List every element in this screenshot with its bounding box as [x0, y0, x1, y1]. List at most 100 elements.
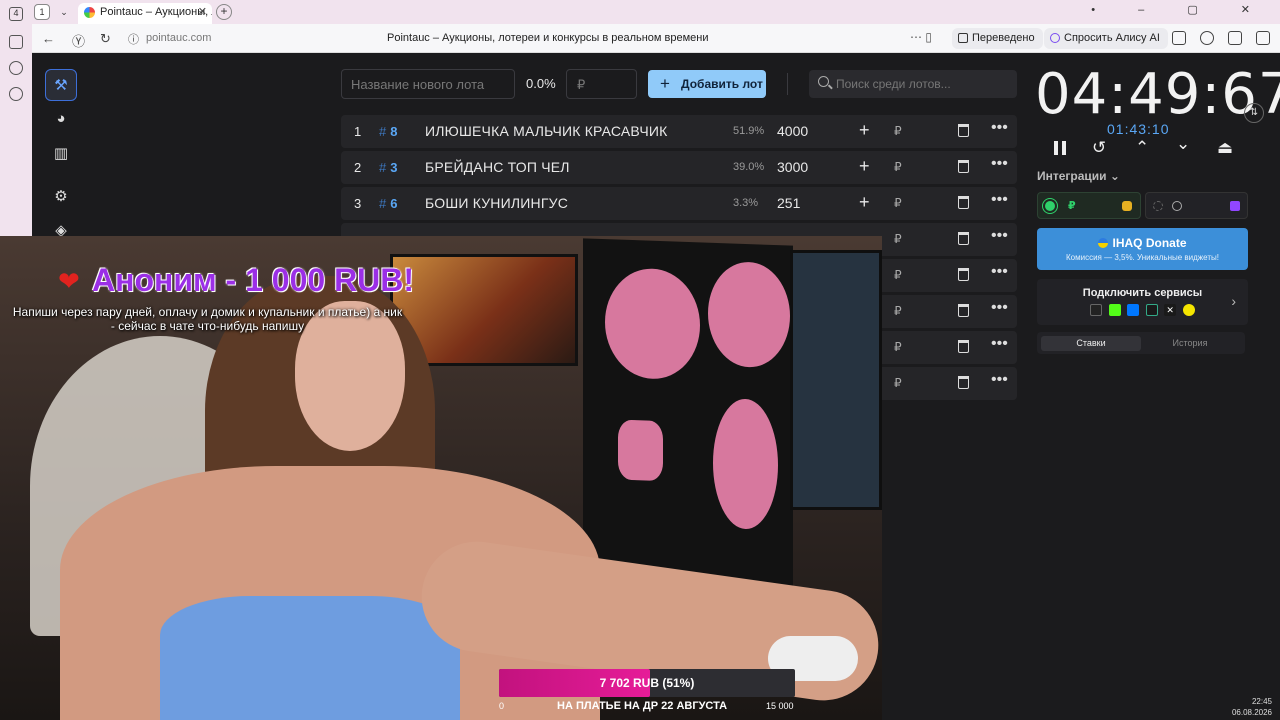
- ruble-input[interactable]: ₽: [894, 376, 902, 390]
- blue-top-shape: [160, 596, 460, 720]
- more-options-icon[interactable]: •••: [991, 335, 1008, 353]
- swap-icon[interactable]: ⇅: [1244, 103, 1264, 123]
- lot-search: [809, 70, 1017, 98]
- ruble-input[interactable]: ₽: [894, 304, 902, 318]
- lot-index: 1: [354, 124, 362, 139]
- collections-icon[interactable]: [1228, 31, 1242, 45]
- more-options-icon[interactable]: •••: [991, 263, 1008, 281]
- chevron-up-icon[interactable]: ⌃: [1135, 138, 1149, 158]
- close-icon[interactable]: ✕: [198, 3, 207, 22]
- pink-blob: [605, 267, 700, 381]
- tab-history[interactable]: История: [1140, 336, 1240, 351]
- history-icon[interactable]: [9, 87, 23, 101]
- tab-count-icon[interactable]: 4: [9, 7, 23, 21]
- lot-name-input[interactable]: [341, 69, 515, 99]
- pink-handprint: [618, 419, 663, 482]
- add-amount-icon[interactable]: +: [859, 192, 870, 212]
- browser-tab[interactable]: Pointauc – Аукционы, л ✕: [78, 3, 212, 24]
- trash-icon[interactable]: [958, 268, 969, 281]
- lot-percent: 51.9%: [733, 125, 765, 137]
- more-options-icon[interactable]: •••: [991, 191, 1008, 209]
- settings-gear-icon[interactable]: ⚙: [45, 181, 77, 213]
- donation-goal-label: 7 702 RUB (51%): [599, 676, 695, 690]
- lot-row[interactable]: 1 #8 ИЛЮШЕЧКА МАЛЬЧИК КРАСАВЧИК 51.9% 4000 + ₽…: [341, 115, 1017, 148]
- ruble-input[interactable]: ₽: [894, 124, 902, 138]
- ihaq-donate-card[interactable]: IHAQ Donate Комиссия — 3,5%. Уникальные …: [1037, 228, 1248, 270]
- goal-min: 0: [499, 701, 505, 711]
- tab-group-counter[interactable]: 1: [34, 4, 50, 20]
- site-info-icon[interactable]: ⓘ: [128, 31, 139, 47]
- tab-title: Pointauc – Аукционы, л: [100, 6, 212, 18]
- extension-icon[interactable]: [1172, 31, 1186, 45]
- yandex-logo-icon[interactable]: Ⓨ: [72, 31, 85, 50]
- integration-twitch[interactable]: [1145, 192, 1248, 219]
- trash-icon[interactable]: [958, 340, 969, 353]
- lot-amount: 251: [777, 195, 801, 211]
- ukraine-flag-icon: [1098, 238, 1109, 248]
- lot-search-input[interactable]: [836, 70, 1011, 98]
- trash-icon[interactable]: [958, 232, 969, 245]
- reload-icon[interactable]: ↻: [100, 31, 111, 47]
- ruble-input[interactable]: ₽: [894, 160, 902, 174]
- lot-percent: 39.0%: [733, 161, 765, 173]
- lot-id: #6: [379, 196, 398, 211]
- new-tab-button[interactable]: +: [216, 4, 232, 20]
- lot-row[interactable]: 3 #6 БОШИ КУНИЛИНГУС 3.3% 251 + ₽ •••: [341, 187, 1017, 220]
- da-icon: [1090, 303, 1103, 316]
- window-controls[interactable]: • – ▢ ✕: [1091, 3, 1270, 16]
- integrations-toggle[interactable]: Интеграции ⌄: [1037, 169, 1120, 183]
- ruble-input[interactable]: ₽: [894, 196, 902, 210]
- ruble-input[interactable]: ₽: [894, 340, 902, 354]
- ruble-input[interactable]: ₽: [894, 268, 902, 282]
- translate-button[interactable]: Переведено: [952, 28, 1043, 49]
- more-options-icon[interactable]: •••: [991, 299, 1008, 317]
- vk-icon: [1127, 303, 1140, 316]
- ruble-input[interactable]: ₽: [894, 232, 902, 246]
- more-options-icon[interactable]: •••: [991, 227, 1008, 245]
- add-amount-icon[interactable]: +: [859, 120, 870, 140]
- more-options-icon[interactable]: •••: [991, 155, 1008, 173]
- active-radio-icon: [1045, 201, 1055, 211]
- page-title: Pointauc – Аукционы, лотереи и конкурсы …: [387, 32, 709, 44]
- trash-icon[interactable]: [958, 160, 969, 173]
- trash-icon[interactable]: [958, 376, 969, 389]
- more-options-icon[interactable]: •••: [991, 119, 1008, 137]
- lot-amount-input[interactable]: [566, 69, 637, 99]
- trash-icon[interactable]: [958, 124, 969, 137]
- url-text[interactable]: pointauc.com: [146, 32, 211, 44]
- lot-id-value: 3: [390, 160, 398, 175]
- add-lot-button[interactable]: + Добавить лот: [648, 70, 766, 98]
- download-icon[interactable]: [1256, 31, 1270, 45]
- chevron-down-icon[interactable]: ⌄: [56, 4, 72, 20]
- add-amount-icon[interactable]: +: [859, 156, 870, 176]
- ask-alice-button[interactable]: Спросить Алису AI: [1044, 28, 1168, 49]
- auction-gavel-icon[interactable]: ⚒: [45, 69, 77, 101]
- x-icon: ✕: [1164, 303, 1177, 316]
- tab-bets[interactable]: Ставки: [1041, 336, 1141, 351]
- puzzle-icon[interactable]: [1200, 31, 1214, 45]
- lot-name[interactable]: ИЛЮШЕЧКА МАЛЬЧИК КРАСАВЧИК: [425, 123, 668, 139]
- auction-timer: 04:49:67: [1035, 62, 1280, 127]
- trash-icon[interactable]: [958, 304, 969, 317]
- integration-donationalerts[interactable]: ₽: [1037, 192, 1141, 219]
- lot-index: 3: [354, 196, 362, 211]
- more-icon[interactable]: ⋯ ▯: [910, 30, 932, 44]
- pause-icon[interactable]: [1054, 141, 1066, 155]
- inactive-radio-icon: [1153, 201, 1163, 211]
- back-arrow-icon[interactable]: ←: [42, 31, 55, 46]
- camera-icon[interactable]: [9, 35, 23, 49]
- more-options-icon[interactable]: •••: [991, 371, 1008, 389]
- double-chevron-up-icon[interactable]: ⏏: [1217, 138, 1233, 158]
- connect-services-card[interactable]: Подключить сервисы ✕ ›: [1037, 279, 1248, 325]
- lot-name[interactable]: БРЕЙДАНС ТОП ЧЕЛ: [425, 159, 570, 175]
- trash-icon[interactable]: [958, 196, 969, 209]
- play-icon[interactable]: [9, 61, 23, 75]
- site-favicon-icon: [84, 7, 95, 18]
- reset-icon[interactable]: ↺: [1092, 138, 1106, 158]
- wheel-pie-icon[interactable]: ◕: [45, 103, 77, 135]
- chevron-down-icon[interactable]: ⌄: [1176, 134, 1190, 154]
- donation-alert-message: Напиши через пару дней, оплачу и домик и…: [12, 305, 403, 333]
- lot-row[interactable]: 2 #3 БРЕЙДАНС ТОП ЧЕЛ 39.0% 3000 + ₽ •••: [341, 151, 1017, 184]
- lot-name[interactable]: БОШИ КУНИЛИНГУС: [425, 195, 568, 211]
- stats-bar-icon[interactable]: ▥: [45, 138, 77, 170]
